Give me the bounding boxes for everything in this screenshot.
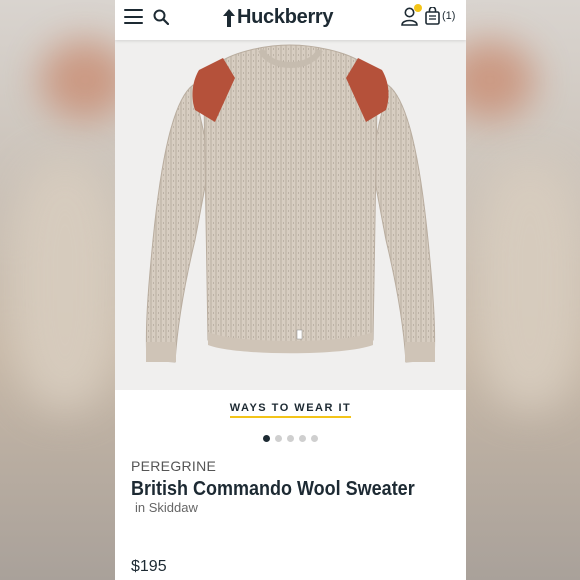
site-logo[interactable]: Huckberry bbox=[223, 6, 334, 29]
cart-count: (1) bbox=[442, 10, 456, 22]
site-header: Huckberry (1) bbox=[115, 0, 466, 40]
logo-text: Huckberry bbox=[237, 6, 334, 28]
blur-shape bbox=[465, 40, 535, 120]
gallery-pagination bbox=[263, 435, 318, 442]
gallery-dot[interactable] bbox=[275, 435, 282, 442]
product-title: British Commando Wool Sweater bbox=[131, 478, 415, 500]
ways-to-wear-link[interactable]: WAYS TO WEAR IT bbox=[115, 398, 466, 418]
product-page: Huckberry (1) WAYS TO WEAR IT PEREGRINE … bbox=[115, 0, 466, 580]
search-icon[interactable] bbox=[153, 9, 169, 25]
blurred-right-panel bbox=[465, 0, 580, 580]
notification-dot bbox=[414, 4, 422, 12]
product-price: $195 bbox=[131, 558, 167, 575]
gallery-dot[interactable] bbox=[263, 435, 270, 442]
menu-icon[interactable] bbox=[124, 9, 143, 25]
blur-shape bbox=[10, 160, 115, 410]
blur-shape bbox=[40, 40, 115, 120]
product-color: in Skiddaw bbox=[135, 500, 198, 515]
cart-button[interactable]: (1) bbox=[425, 7, 455, 25]
arrow-logo-icon bbox=[223, 8, 235, 27]
sweater-image bbox=[145, 44, 436, 363]
gallery-dot[interactable] bbox=[311, 435, 318, 442]
bag-icon bbox=[425, 7, 440, 25]
blur-shape bbox=[475, 160, 580, 410]
product-brand[interactable]: PEREGRINE bbox=[131, 458, 216, 474]
gallery-dot[interactable] bbox=[299, 435, 306, 442]
ways-to-wear-label: WAYS TO WEAR IT bbox=[229, 402, 352, 418]
gallery-dot[interactable] bbox=[287, 435, 294, 442]
product-image[interactable] bbox=[115, 40, 466, 390]
blurred-left-panel bbox=[0, 0, 115, 580]
account-button[interactable] bbox=[401, 4, 422, 26]
